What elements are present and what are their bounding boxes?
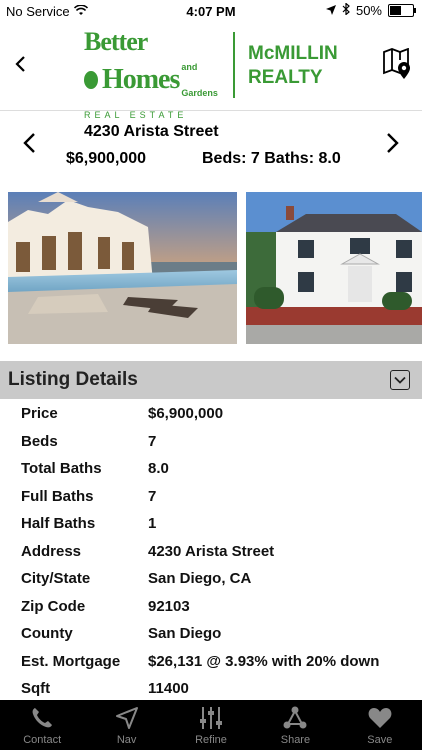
- detail-row-full-baths: Full Baths 7: [0, 484, 422, 512]
- sliders-icon: [200, 707, 223, 729]
- chevron-left-icon: [23, 133, 35, 153]
- company-name-line1: McMILLIN: [248, 43, 338, 64]
- listing-details-list: Price $6,900,000 Beds 7 Total Baths 8.0 …: [0, 401, 422, 704]
- tab-share[interactable]: Share: [253, 700, 337, 750]
- phone-icon: [32, 708, 53, 728]
- chevron-right-icon: [387, 133, 399, 153]
- detail-row-address: Address 4230 Arista Street: [0, 539, 422, 567]
- detail-label: County: [21, 625, 73, 642]
- map-pin-icon: [383, 47, 410, 79]
- detail-value: 8.0: [148, 460, 169, 477]
- detail-value: San Diego: [148, 625, 222, 642]
- battery-percent: 50%: [355, 3, 382, 18]
- navigation-arrow-icon: [115, 707, 138, 729]
- detail-label: Sqft: [21, 680, 51, 697]
- logo-and-gardens: and Gardens: [181, 62, 218, 98]
- tab-nav[interactable]: Nav: [84, 700, 168, 750]
- photo-gallery[interactable]: [0, 190, 422, 345]
- detail-row-price: Price $6,900,000: [0, 401, 422, 429]
- tab-label: Refine: [195, 734, 227, 746]
- tab-label: Contact: [23, 734, 62, 746]
- listing-photo-exterior[interactable]: [246, 192, 422, 344]
- previous-listing-button[interactable]: [22, 130, 36, 161]
- detail-value: 7: [148, 487, 157, 505]
- location-arrow-icon: [325, 3, 336, 18]
- bottom-tab-bar: Contact Nav Refine Share Save: [0, 700, 422, 750]
- back-button[interactable]: [14, 52, 26, 80]
- map-button[interactable]: [382, 47, 412, 80]
- detail-label: Beds: [21, 432, 58, 450]
- detail-row-county: County San Diego: [0, 621, 422, 649]
- logo-word-better: Better: [84, 27, 148, 56]
- detail-label: Address: [21, 542, 82, 560]
- section-title: Listing Details: [8, 369, 138, 390]
- logo-word-homes: Homes: [101, 64, 180, 95]
- detail-row-zip: Zip Code 92103: [0, 594, 422, 622]
- mcmillin-realty-logo: McMILLIN REALTY: [248, 42, 338, 90]
- next-listing-button[interactable]: [386, 130, 400, 161]
- app-header: Better Homes and Gardens REAL ESTATE McM…: [0, 22, 422, 120]
- detail-label: Total Baths: [21, 460, 102, 477]
- listing-address: 4230 Arista Street: [84, 123, 219, 140]
- tab-label: Nav: [116, 734, 137, 746]
- leaf-icon: [84, 71, 98, 89]
- logo-word-homes-row: Homes and Gardens: [84, 54, 224, 106]
- detail-row-beds: Beds 7: [0, 429, 422, 457]
- property-summary: 4230 Arista Street $6,900,000 Beds: 7 Ba…: [0, 112, 422, 182]
- detail-value: San Diego, CA: [148, 570, 252, 587]
- collapse-toggle-button[interactable]: [390, 370, 410, 390]
- tab-label: Save: [367, 734, 393, 746]
- detail-value: 11400: [148, 680, 189, 697]
- detail-label: Half Baths: [21, 515, 96, 532]
- tab-refine[interactable]: Refine: [169, 700, 253, 750]
- detail-row-city-state: City/State San Diego, CA: [0, 566, 422, 594]
- chevron-left-icon: [15, 56, 25, 72]
- detail-label: Zip Code: [21, 597, 86, 615]
- listing-details-header[interactable]: Listing Details: [0, 361, 422, 399]
- logo-divider: [233, 32, 235, 98]
- detail-value: 7: [148, 432, 157, 450]
- detail-label: Est. Mortgage: [21, 652, 121, 670]
- detail-value: $26,131 @ 3.93% with 20% down: [148, 652, 380, 670]
- detail-label: City/State: [21, 570, 91, 587]
- status-bar: No Service 4:07 PM 50%: [0, 0, 422, 22]
- heart-icon: [368, 708, 392, 728]
- detail-value: 4230 Arista Street: [148, 542, 275, 560]
- chevron-down-icon: [394, 376, 406, 384]
- share-icon: [283, 706, 307, 729]
- listing-price: $6,900,000: [66, 150, 147, 167]
- tab-save[interactable]: Save: [338, 700, 422, 750]
- detail-value: $6,900,000: [148, 405, 224, 422]
- battery-icon: [388, 4, 416, 17]
- detail-label: Price: [21, 405, 58, 422]
- listing-beds-baths: Beds: 7 Baths: 8.0: [202, 150, 341, 167]
- tab-contact[interactable]: Contact: [0, 700, 84, 750]
- detail-value: 1: [148, 515, 157, 532]
- tab-label: Share: [280, 734, 311, 746]
- listing-photo-pool[interactable]: [8, 192, 237, 344]
- detail-label: Full Baths: [21, 487, 94, 505]
- company-name-line2: REALTY: [248, 67, 323, 88]
- detail-row-total-baths: Total Baths 8.0: [0, 456, 422, 484]
- detail-row-half-baths: Half Baths 1: [0, 511, 422, 539]
- detail-row-mortgage: Est. Mortgage $26,131 @ 3.93% with 20% d…: [0, 649, 422, 677]
- better-homes-logo: Better Homes and Gardens REAL ESTATE: [84, 27, 224, 120]
- detail-value: 92103: [148, 597, 190, 615]
- bluetooth-icon: [342, 2, 350, 18]
